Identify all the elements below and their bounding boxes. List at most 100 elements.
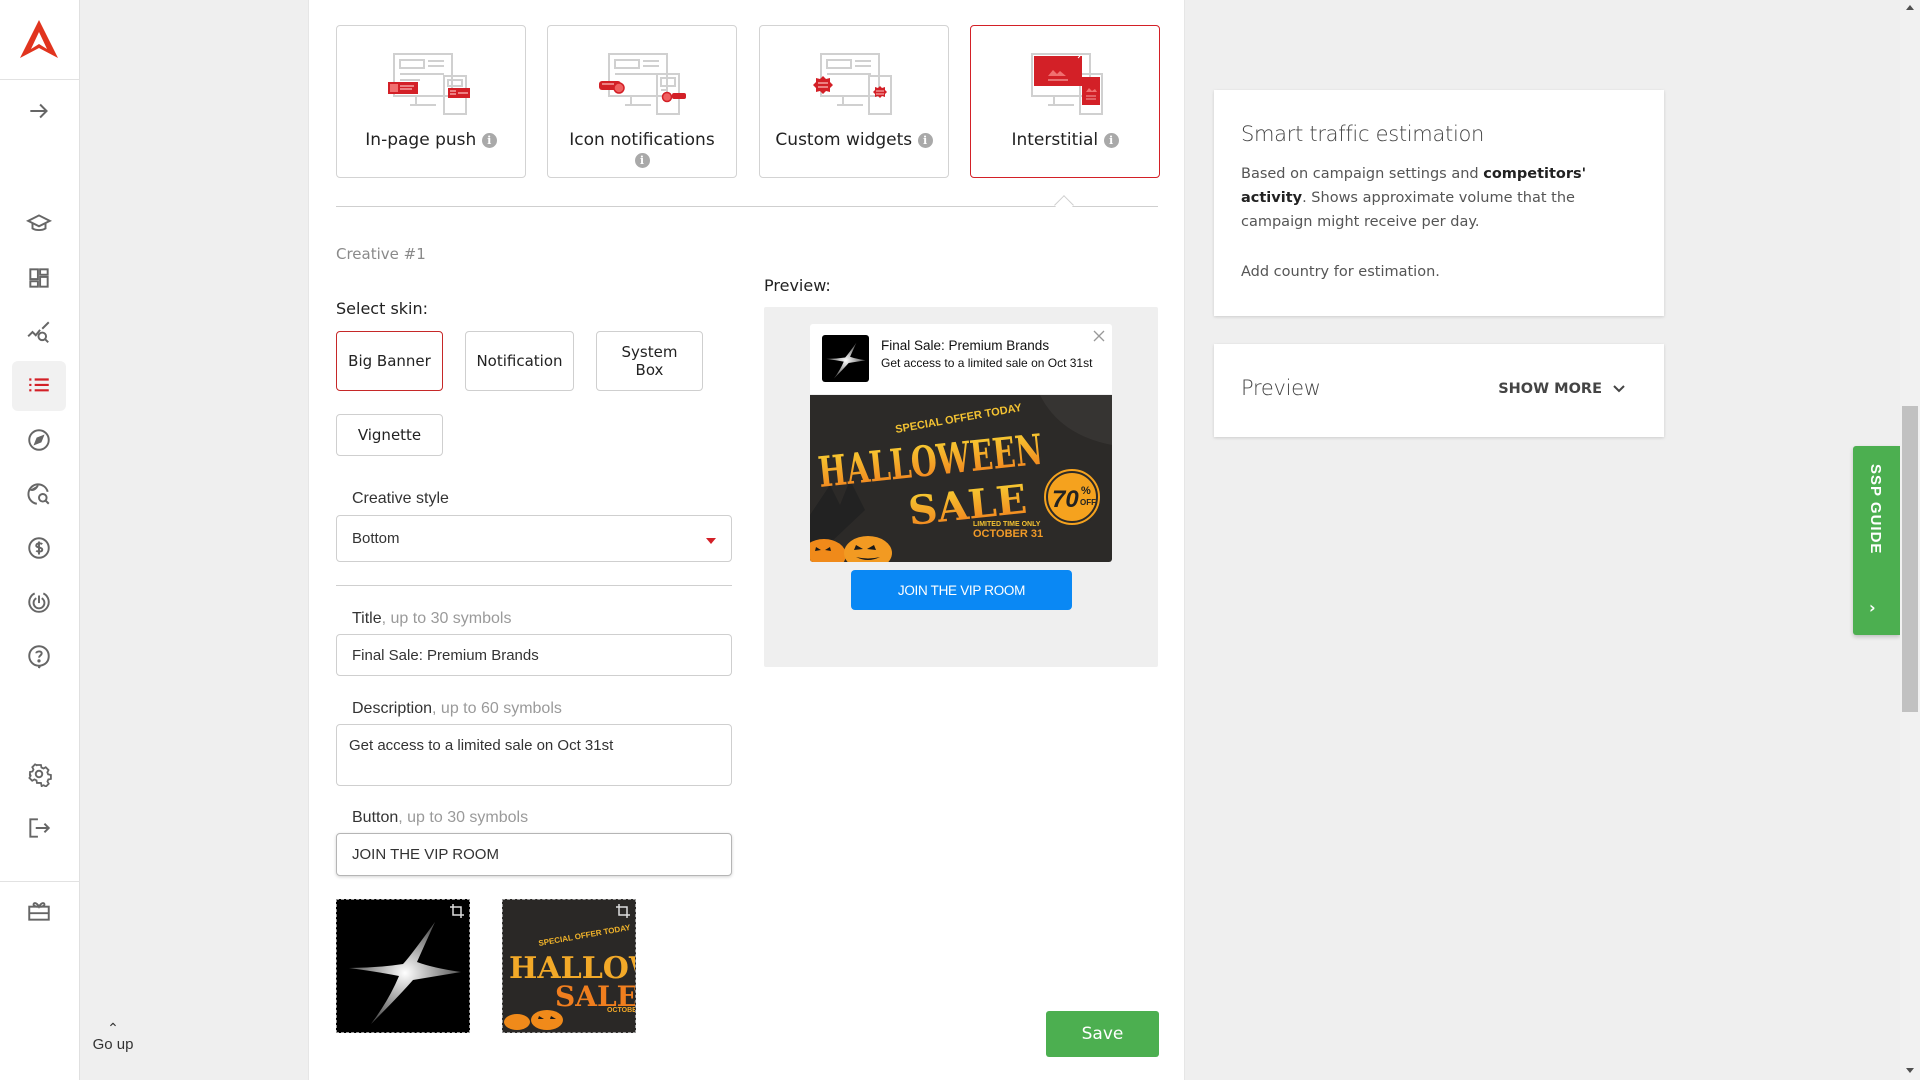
banner-discount-pct: % — [1081, 485, 1091, 497]
list-icon — [29, 378, 49, 392]
format-card-interstitial[interactable]: Interstitial i — [970, 25, 1160, 178]
sidebar-item-statistics[interactable] — [12, 307, 66, 357]
sidebar-item-dashboard[interactable] — [12, 253, 66, 303]
banner-image-thumbnail[interactable]: SPECIAL OFFER TODAY HALLOWE SALE OCTOBE — [502, 899, 636, 1033]
button-text-input[interactable]: JOIN THE VIP ROOM — [336, 833, 732, 876]
save-button[interactable]: Save — [1046, 1011, 1159, 1057]
svg-text:OCTOBE: OCTOBE — [607, 1007, 636, 1014]
show-more-button[interactable]: SHOW MORE — [1498, 381, 1626, 397]
format-label: Custom widgets — [775, 130, 913, 150]
banner-discount: 70 — [1052, 486, 1079, 513]
sidebar-divider — [0, 881, 80, 882]
button-text-value: JOIN THE VIP ROOM — [352, 846, 499, 863]
go-up-button[interactable]: ⌃ Go up — [88, 1020, 138, 1053]
interstitial-illustration-icon — [1031, 53, 1103, 115]
format-label: Interstitial — [1011, 130, 1099, 150]
sidebar-item-settings[interactable] — [12, 749, 66, 799]
sidebar-item-explore[interactable] — [12, 415, 66, 465]
smart-traffic-title: Smart traffic estimation — [1241, 122, 1485, 146]
ssp-guide-tab[interactable]: SSP GUIDE › — [1853, 446, 1900, 635]
sidebar-item-expand[interactable] — [12, 86, 66, 136]
scroll-up-arrow-icon[interactable] — [1906, 5, 1914, 10]
dollar-icon — [28, 537, 50, 559]
ssp-guide-label: SSP GUIDE — [1867, 464, 1884, 555]
go-up-label: Go up — [92, 1036, 134, 1053]
notification-icon-image — [822, 335, 869, 382]
preview-banner-image: SPECIAL OFFER TODAY HALLOWEEN SALE LIMIT… — [810, 395, 1112, 562]
chart-search-icon — [27, 321, 50, 343]
format-label: In-page push — [365, 130, 477, 150]
format-card-icon-notifications[interactable]: Icon notifications i — [547, 25, 737, 178]
halloween-image: SPECIAL OFFER TODAY HALLOWE SALE OCTOBE — [503, 900, 636, 1032]
custom-widgets-illustration-icon — [813, 53, 892, 115]
preview-cta-button[interactable]: JOIN THE VIP ROOM — [851, 570, 1072, 610]
sidebar-item-referral[interactable] — [12, 886, 66, 936]
star-image — [349, 922, 461, 1024]
preview-card: Preview SHOW MORE — [1214, 344, 1664, 437]
creative-preview: Final Sale: Premium Brands Get access to… — [764, 307, 1158, 667]
format-card-in-page-push[interactable]: In-page push i — [336, 25, 526, 178]
select-skin-label: Select skin: — [336, 299, 429, 318]
banner-date-text: OCTOBER 31 — [973, 528, 1043, 540]
skin-big-banner-button[interactable]: Big Banner — [336, 331, 443, 391]
sidebar-item-finance[interactable] — [12, 523, 66, 573]
arrow-right-icon — [30, 103, 48, 119]
description-textarea[interactable]: Get access to a limited sale on Oct 31st — [336, 724, 732, 786]
info-icon[interactable]: i — [634, 153, 650, 168]
description-value: Get access to a limited sale on Oct 31st — [349, 737, 614, 754]
creative-style-select[interactable]: Bottom — [336, 515, 732, 562]
sidebar-item-logout[interactable] — [12, 803, 66, 853]
in-page-push-illustration-icon — [388, 53, 470, 115]
globe-search-icon — [27, 483, 50, 505]
title-label: Title, up to 30 symbols — [352, 610, 512, 627]
dropdown-arrow-icon — [706, 538, 716, 544]
info-icon[interactable]: i — [1103, 133, 1119, 148]
dashboard-grid-icon — [29, 268, 49, 288]
graduation-cap-icon — [26, 214, 52, 232]
chevron-right-icon: › — [1869, 598, 1876, 617]
info-icon[interactable]: i — [481, 133, 497, 148]
gear-icon — [28, 763, 52, 787]
skin-notification-button[interactable]: Notification — [465, 331, 574, 391]
section-divider — [336, 585, 732, 586]
creative-style-label: Creative style — [352, 490, 449, 507]
icon-notifications-illustration-icon — [599, 53, 686, 115]
sidebar-item-tracking[interactable] — [12, 577, 66, 627]
page-scrollbar[interactable] — [1900, 0, 1920, 1080]
info-icon[interactable]: i — [917, 133, 933, 148]
preview-notification: Final Sale: Premium Brands Get access to… — [810, 324, 1112, 394]
crop-icon[interactable] — [615, 903, 631, 919]
icon-image-thumbnail[interactable] — [336, 899, 470, 1033]
chevron-down-icon — [1613, 385, 1625, 393]
format-card-custom-widgets[interactable]: Custom widgets i — [759, 25, 949, 178]
skin-vignette-button[interactable]: Vignette — [336, 414, 443, 456]
banner-limited-text: LIMITED TIME ONLY — [973, 521, 1041, 528]
target-icon — [28, 592, 50, 613]
title-input[interactable]: Final Sale: Premium Brands — [336, 634, 732, 676]
smart-traffic-note: Add country for estimation. — [1241, 264, 1440, 280]
sidebar — [0, 0, 80, 1080]
preview-card-title: Preview — [1241, 376, 1321, 400]
preview-title: Final Sale: Premium Brands — [881, 338, 1050, 353]
skin-system-box-button[interactable]: System Box — [596, 331, 703, 391]
banner-discount-off: OFF — [1080, 498, 1096, 507]
gift-icon — [28, 902, 50, 921]
close-icon[interactable] — [1092, 329, 1106, 343]
format-divider — [336, 206, 1158, 207]
preview-label: Preview: — [764, 276, 831, 295]
sidebar-item-traffic-research[interactable] — [12, 469, 66, 519]
campaign-editor: In-page push i Icon notifications i Cust… — [308, 0, 1185, 1080]
preview-description: Get access to a limited sale on Oct 31st — [881, 356, 1093, 370]
compass-icon — [28, 429, 50, 451]
sidebar-item-campaigns[interactable] — [12, 361, 66, 411]
crop-icon[interactable] — [449, 903, 465, 919]
selected-format-indicator — [1054, 195, 1074, 215]
chevron-up-icon: ⌃ — [107, 1020, 119, 1036]
logo-icon[interactable] — [18, 18, 60, 60]
scrollbar-thumb[interactable] — [1902, 406, 1918, 712]
sidebar-item-education[interactable] — [12, 198, 66, 248]
logout-icon — [29, 818, 51, 838]
scroll-down-arrow-icon[interactable] — [1906, 1068, 1914, 1073]
sidebar-item-support[interactable] — [12, 631, 66, 681]
smart-traffic-card: Smart traffic estimation Based on campai… — [1214, 90, 1664, 316]
